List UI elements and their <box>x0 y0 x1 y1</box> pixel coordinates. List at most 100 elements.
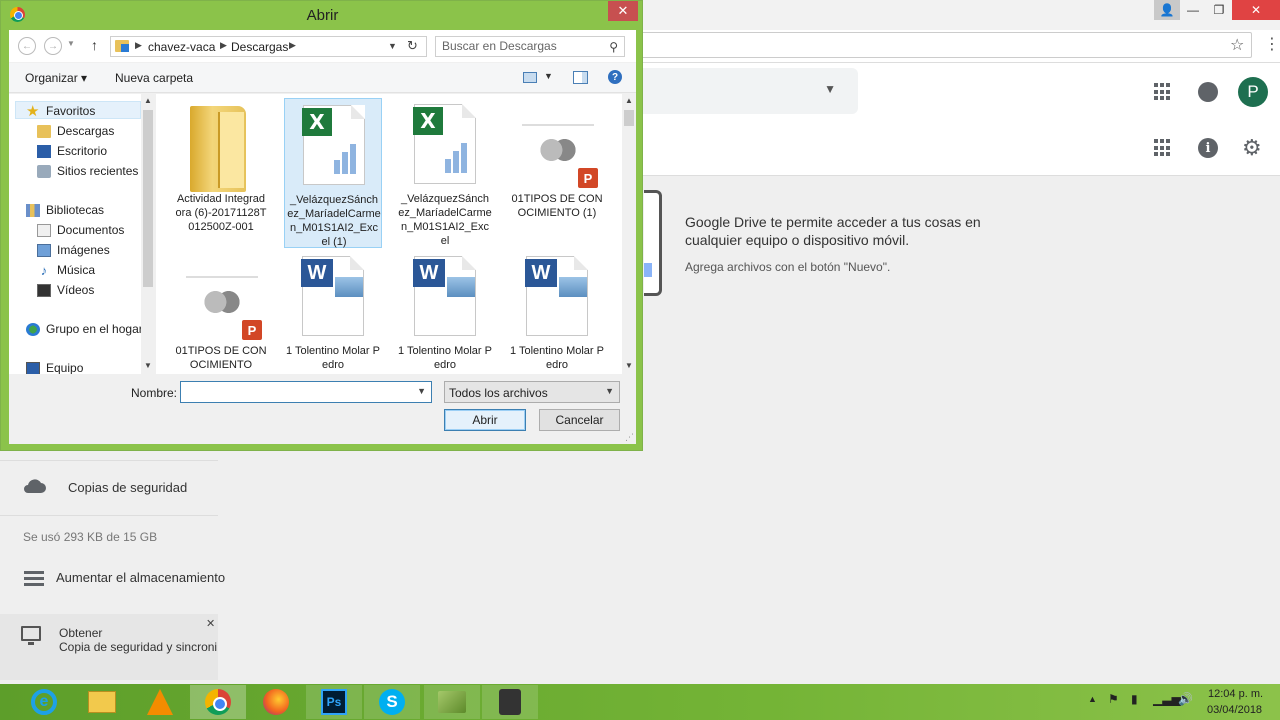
sidebar-item-favorites[interactable]: ★ Favoritos <box>26 102 95 120</box>
scroll-up-arrow-icon[interactable]: ▲ <box>625 96 633 105</box>
clock-date[interactable]: 03/04/2018 <box>1207 704 1262 716</box>
taskbar: e Ps S ▲ ⚑ ▮ ▁▃▅ 🔊 <box>0 684 1280 720</box>
bookmark-star-icon[interactable]: ☆ <box>1230 35 1244 55</box>
sidebar-item-computer[interactable]: Equipo <box>26 359 83 374</box>
taskbar-camera-app[interactable] <box>482 685 538 719</box>
file-name: 01TIPOS DE CONOCIMIENTO (1) <box>511 193 603 219</box>
vlc-icon <box>147 689 173 715</box>
open-button[interactable]: Abrir <box>444 409 526 431</box>
file-list-scrollbar[interactable]: ▲ ▼ <box>622 94 636 374</box>
music-icon: ♪ <box>40 262 48 278</box>
search-input[interactable]: ⚲ <box>435 36 625 57</box>
back-arrow-icon[interactable]: ← <box>18 37 36 55</box>
sidebar-item-downloads[interactable]: Descargas <box>37 122 114 140</box>
restore-button[interactable]: ❐ <box>1206 0 1232 20</box>
recent-locations-chevron-icon[interactable]: ▼ <box>67 39 75 48</box>
sidebar-item-homegroup[interactable]: Grupo en el hogar <box>26 320 143 338</box>
flag-icon[interactable]: ⚑ <box>1108 692 1119 706</box>
chevron-down-icon[interactable]: ▼ <box>605 386 614 396</box>
file-item-word[interactable]: W 1 Tolentino Molar Pedro <box>508 250 606 374</box>
window-close-button[interactable]: ✕ <box>1232 0 1280 20</box>
notifications-icon[interactable] <box>1198 82 1218 102</box>
chevron-down-icon[interactable]: ▼ <box>417 386 426 396</box>
taskbar-file-explorer[interactable] <box>74 685 130 719</box>
new-folder-button[interactable]: Nueva carpeta <box>115 71 193 85</box>
organize-menu-button[interactable]: Organizar ▾ <box>25 71 87 85</box>
chevron-right-icon[interactable]: ▶ <box>220 40 227 51</box>
sidebar-item-desktop[interactable]: Escritorio <box>37 142 107 160</box>
window-controls: 👤 — ❐ ✕ <box>1154 0 1280 20</box>
filename-field[interactable]: ▼ <box>180 381 432 403</box>
taskbar-vlc[interactable] <box>132 685 188 719</box>
refresh-icon[interactable]: ↻ <box>407 38 418 54</box>
chevron-right-icon[interactable]: ▶ <box>289 40 296 51</box>
chevron-right-icon[interactable]: ▶ <box>135 40 142 51</box>
battery-icon[interactable]: ▮ <box>1131 692 1138 706</box>
file-list[interactable]: Actividad Integradora (6)-20171128T01250… <box>156 94 622 374</box>
file-item-powerpoint[interactable]: P 01TIPOS DE CONOCIMIENTO (1) <box>508 98 606 248</box>
promo-close-icon[interactable]: ✕ <box>206 617 215 630</box>
chevron-down-icon[interactable]: ▼ <box>388 41 397 51</box>
gear-icon[interactable]: ⚙ <box>1242 137 1262 159</box>
volume-icon[interactable]: 🔊 <box>1178 692 1193 706</box>
file-item-word[interactable]: W 1 Tolentino Molar Pedro <box>284 250 382 374</box>
search-icon[interactable]: ⚲ <box>609 40 618 54</box>
sidebar-item-pictures[interactable]: Imágenes <box>37 241 110 259</box>
preview-pane-icon[interactable] <box>573 71 588 84</box>
scroll-down-arrow-icon[interactable]: ▼ <box>144 361 152 370</box>
sidebar-item-libraries[interactable]: Bibliotecas <box>26 201 104 219</box>
sidebar-item-music[interactable]: ♪ Música <box>37 261 95 279</box>
apps-grid-icon[interactable] <box>1154 83 1172 101</box>
chevron-down-icon[interactable]: ▼ <box>824 82 836 96</box>
view-options-chevron-icon[interactable]: ▼ <box>544 71 553 81</box>
profile-button[interactable]: 👤 <box>1154 0 1180 20</box>
file-item-excel[interactable]: X _VelázquezSánchez_MaríadelCarmen_M01S1… <box>284 98 382 248</box>
upgrade-storage-link[interactable]: Aumentar el almacenamiento <box>56 570 225 585</box>
downloads-folder-icon <box>115 40 129 52</box>
resize-grip-icon[interactable]: ⋰ <box>625 432 634 443</box>
minimize-button[interactable]: — <box>1180 0 1206 20</box>
address-bar[interactable] <box>640 32 1252 58</box>
file-type-select[interactable]: Todos los archivos ▼ <box>444 381 620 403</box>
taskbar-internet-explorer[interactable]: e <box>16 685 72 719</box>
info-icon[interactable]: i <box>1198 138 1218 158</box>
scroll-up-arrow-icon[interactable]: ▲ <box>144 96 152 105</box>
nav-scrollbar[interactable]: ▲ ▼ <box>141 94 155 374</box>
file-item-excel[interactable]: X _VelázquezSánchez_MaríadelCarmen_M01S1… <box>396 98 494 248</box>
sidebar-item-backups[interactable]: Copias de seguridad <box>68 480 187 495</box>
breadcrumb[interactable]: ▶ chavez-vaca ▶ Descargas ▶ ▼ ↻ <box>110 36 427 57</box>
breadcrumb-item[interactable]: chavez-vaca <box>148 40 215 54</box>
taskbar-green-app[interactable] <box>424 685 480 719</box>
change-view-icon[interactable] <box>523 72 537 83</box>
taskbar-chrome[interactable] <box>190 685 246 719</box>
file-name: Actividad Integradora (6)-20171128T01250… <box>175 193 267 233</box>
search-field[interactable] <box>442 39 602 53</box>
taskbar-firefox[interactable] <box>248 685 304 719</box>
filename-input[interactable] <box>184 384 404 398</box>
dialog-close-button[interactable]: ✕ <box>608 1 638 21</box>
breadcrumb-item[interactable]: Descargas <box>231 40 288 54</box>
avatar[interactable]: P <box>1238 77 1268 107</box>
file-item-word[interactable]: W 1 Tolentino Molar Pedro <box>396 250 494 374</box>
up-arrow-icon[interactable]: ↑ <box>91 37 98 53</box>
grid-view-icon[interactable] <box>1154 139 1172 157</box>
cancel-button[interactable]: Cancelar <box>539 409 620 431</box>
scroll-down-arrow-icon[interactable]: ▼ <box>625 361 633 370</box>
signal-icon[interactable]: ▁▃▅ <box>1153 692 1181 706</box>
taskbar-skype[interactable]: S <box>364 685 420 719</box>
clock-time[interactable]: 12:04 p. m. <box>1208 688 1263 700</box>
show-hidden-icons-icon[interactable]: ▲ <box>1088 694 1097 704</box>
sidebar-item-recent-places[interactable]: Sitios recientes <box>37 162 138 180</box>
chrome-menu-icon[interactable]: ⋮ <box>1264 34 1280 54</box>
help-icon[interactable]: ? <box>608 70 622 84</box>
file-item-powerpoint[interactable]: P 01TIPOS DE CONOCIMIENTO <box>172 250 270 374</box>
file-item-folder[interactable]: Actividad Integradora (6)-20171128T01250… <box>172 98 270 248</box>
sidebar-item-documents[interactable]: Documentos <box>37 221 124 239</box>
forward-arrow-icon[interactable]: → <box>44 37 62 55</box>
taskbar-photoshop[interactable]: Ps <box>306 685 362 719</box>
sidebar-item-videos[interactable]: Vídeos <box>37 281 94 299</box>
navigation-pane[interactable]: ★ Favoritos Descargas Escritorio Sitios r… <box>9 94 155 374</box>
scrollbar-thumb[interactable] <box>143 110 153 287</box>
drive-search-bar[interactable]: ▼ <box>640 68 858 114</box>
scrollbar-thumb[interactable] <box>624 110 634 126</box>
